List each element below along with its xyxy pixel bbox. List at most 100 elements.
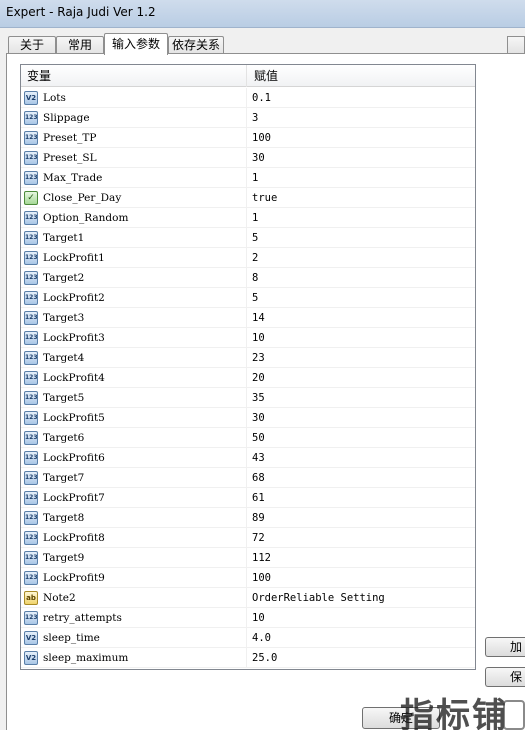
value-cell[interactable]: 0.1 [248, 88, 475, 108]
value-cell[interactable]: 23 [248, 348, 475, 368]
table-row[interactable]: 123 LockProfit9 100 [21, 568, 475, 588]
variable-cell[interactable]: 123 Target3 [21, 308, 247, 328]
table-row[interactable]: 123 Option_Random 1 [21, 208, 475, 228]
table-row[interactable]: 123 Max_Trade 1 [21, 168, 475, 188]
table-row[interactable]: 123 Target4 23 [21, 348, 475, 368]
table-row[interactable]: 123 Target8 89 [21, 508, 475, 528]
value-cell[interactable]: 5 [248, 288, 475, 308]
variable-cell[interactable]: 123 LockProfit1 [21, 248, 247, 268]
value-cell[interactable]: 1 [248, 208, 475, 228]
value-cell[interactable]: 2 [248, 248, 475, 268]
value-cell[interactable]: 1 [248, 168, 475, 188]
variable-cell[interactable]: 123 Target2 [21, 268, 247, 288]
variable-cell[interactable]: 123 Option_Random [21, 208, 247, 228]
int-type-icon: 123 [24, 331, 38, 345]
table-row[interactable]: 123 Target9 112 [21, 548, 475, 568]
int-type-icon: 123 [24, 271, 38, 285]
value-cell[interactable]: 112 [248, 548, 475, 568]
table-row[interactable]: 123 LockProfit5 30 [21, 408, 475, 428]
variable-cell[interactable]: 123 Slippage [21, 108, 247, 128]
table-row[interactable]: 123 LockProfit8 72 [21, 528, 475, 548]
variable-cell[interactable]: 123 Max_Trade [21, 168, 247, 188]
value-cell[interactable]: true [248, 188, 475, 208]
value-cell[interactable]: 8 [248, 268, 475, 288]
variable-cell[interactable]: 123 Target9 [21, 548, 247, 568]
tab-dependencies[interactable]: 依存关系 [168, 36, 224, 54]
value-cell[interactable]: 4.0 [248, 628, 475, 648]
value-cell[interactable]: 20 [248, 368, 475, 388]
value-cell[interactable]: 68 [248, 468, 475, 488]
variable-cell[interactable]: 123 Target4 [21, 348, 247, 368]
table-row[interactable]: 123 LockProfit7 61 [21, 488, 475, 508]
table-row[interactable]: 123 LockProfit1 2 [21, 248, 475, 268]
variable-name: LockProfit9 [43, 572, 105, 584]
table-row[interactable]: 123 Preset_TP 100 [21, 128, 475, 148]
variable-cell[interactable]: 123 retry_attempts [21, 608, 247, 628]
table-row[interactable]: 123 Target5 35 [21, 388, 475, 408]
variable-name: Target3 [43, 312, 85, 324]
value-cell[interactable]: 100 [248, 568, 475, 588]
tab-scroll-button[interactable] [507, 36, 525, 54]
variable-cell[interactable]: 123 LockProfit4 [21, 368, 247, 388]
variable-cell[interactable]: 123 LockProfit8 [21, 528, 247, 548]
value-cell[interactable]: 50 [248, 428, 475, 448]
table-row[interactable]: 123 LockProfit6 43 [21, 448, 475, 468]
variable-cell[interactable]: V2 Lots [21, 88, 247, 108]
value-cell[interactable]: 25.0 [248, 648, 475, 668]
value-cell[interactable]: OrderReliable Setting [248, 588, 475, 608]
value-cell[interactable]: 100 [248, 128, 475, 148]
variable-cell[interactable]: 123 Target1 [21, 228, 247, 248]
table-row[interactable]: V2 sleep_time 4.0 [21, 628, 475, 648]
table-row[interactable]: 123 Target3 14 [21, 308, 475, 328]
table-row[interactable]: V2 sleep_maximum 25.0 [21, 648, 475, 668]
variable-cell[interactable]: 123 Target6 [21, 428, 247, 448]
table-row[interactable]: 123 Target2 8 [21, 268, 475, 288]
variable-cell[interactable]: 123 Preset_SL [21, 148, 247, 168]
variable-cell[interactable]: 123 Preset_TP [21, 128, 247, 148]
table-row[interactable]: ab Note2 OrderReliable Setting [21, 588, 475, 608]
value-cell[interactable]: 43 [248, 448, 475, 468]
tab-common[interactable]: 常用 [56, 36, 104, 54]
variable-cell[interactable]: 123 LockProfit9 [21, 568, 247, 588]
variable-cell[interactable]: ab Note2 [21, 588, 247, 608]
value-cell[interactable]: 35 [248, 388, 475, 408]
table-row[interactable]: 123 LockProfit4 20 [21, 368, 475, 388]
variable-cell[interactable]: 123 LockProfit6 [21, 448, 247, 468]
table-row[interactable]: 123 Target6 50 [21, 428, 475, 448]
variable-cell[interactable]: 123 LockProfit2 [21, 288, 247, 308]
table-row[interactable]: V2 Lots 0.1 [21, 88, 475, 108]
variable-cell[interactable]: 123 Target8 [21, 508, 247, 528]
header-variable[interactable]: 变量 [21, 65, 247, 87]
load-button[interactable]: 加 [485, 637, 525, 657]
table-row[interactable]: 123 Target1 5 [21, 228, 475, 248]
variable-cell[interactable]: V2 sleep_time [21, 628, 247, 648]
table-row[interactable]: 123 Preset_SL 30 [21, 148, 475, 168]
tab-inputs[interactable]: 输入参数 [104, 33, 168, 55]
value-cell[interactable]: 3 [248, 108, 475, 128]
value-cell[interactable]: 10 [248, 328, 475, 348]
value-cell[interactable]: 30 [248, 148, 475, 168]
variable-cell[interactable]: V2 sleep_maximum [21, 648, 247, 668]
variable-cell[interactable]: 123 LockProfit7 [21, 488, 247, 508]
value-cell[interactable]: 10 [248, 608, 475, 628]
variable-cell[interactable]: 123 LockProfit5 [21, 408, 247, 428]
table-row[interactable]: 123 Slippage 3 [21, 108, 475, 128]
value-cell[interactable]: 14 [248, 308, 475, 328]
value-cell[interactable]: 72 [248, 528, 475, 548]
table-row[interactable]: 123 LockProfit2 5 [21, 288, 475, 308]
tab-about[interactable]: 关于 [8, 36, 56, 54]
variable-cell[interactable]: 123 Target7 [21, 468, 247, 488]
header-value[interactable]: 赋值 [248, 65, 475, 87]
table-row[interactable]: 123 retry_attempts 10 [21, 608, 475, 628]
value-cell[interactable]: 89 [248, 508, 475, 528]
variable-cell[interactable]: ✓ Close_Per_Day [21, 188, 247, 208]
table-row[interactable]: ✓ Close_Per_Day true [21, 188, 475, 208]
value-cell[interactable]: 30 [248, 408, 475, 428]
save-button[interactable]: 保 [485, 667, 525, 687]
value-cell[interactable]: 5 [248, 228, 475, 248]
variable-cell[interactable]: 123 Target5 [21, 388, 247, 408]
value-cell[interactable]: 61 [248, 488, 475, 508]
table-row[interactable]: 123 LockProfit3 10 [21, 328, 475, 348]
variable-cell[interactable]: 123 LockProfit3 [21, 328, 247, 348]
table-row[interactable]: 123 Target7 68 [21, 468, 475, 488]
